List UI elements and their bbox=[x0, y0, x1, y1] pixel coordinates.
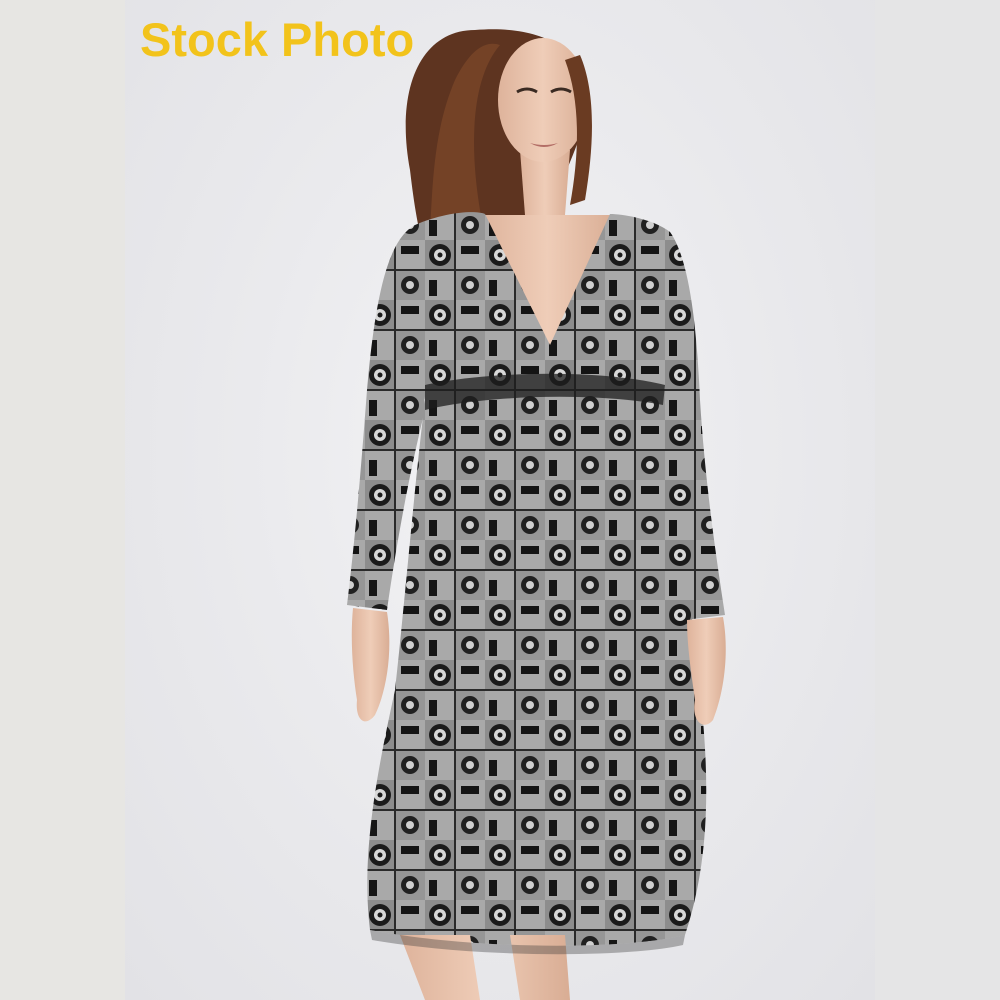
product-photo bbox=[125, 0, 875, 1000]
hand-left bbox=[351, 608, 390, 722]
face bbox=[498, 38, 588, 162]
model-illustration bbox=[347, 29, 726, 1000]
stock-photo-watermark: Stock Photo bbox=[140, 13, 415, 66]
right-margin-band bbox=[875, 0, 1000, 1000]
left-margin-band bbox=[0, 0, 125, 1000]
